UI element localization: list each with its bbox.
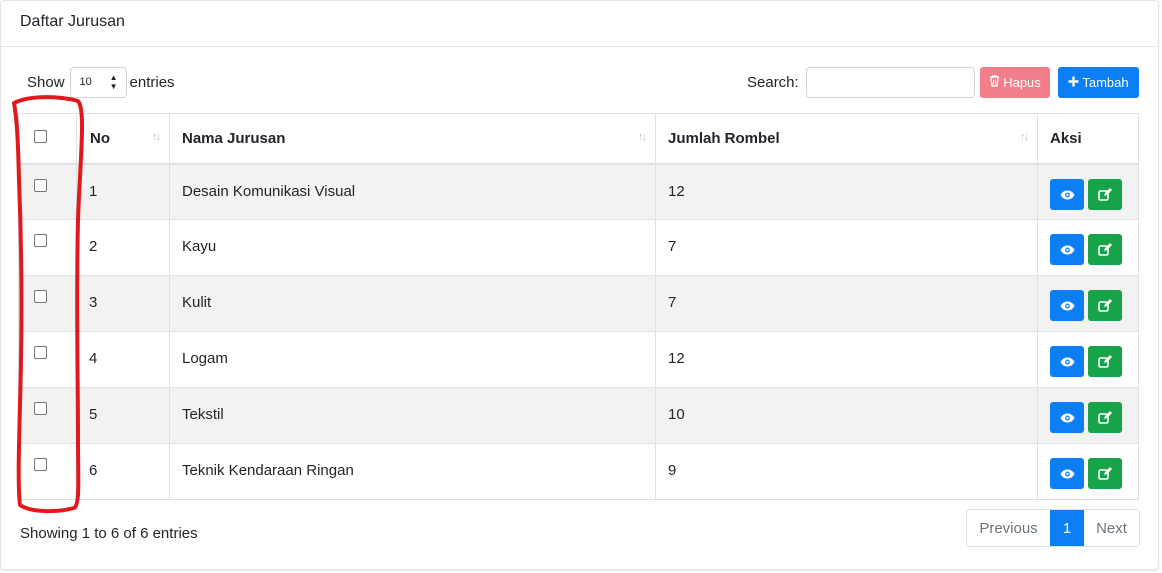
search-input[interactable]	[805, 67, 975, 98]
cell-nama: Logam	[169, 331, 656, 388]
eye-icon	[1060, 190, 1074, 200]
edit-button[interactable]	[1088, 346, 1122, 377]
view-button[interactable]	[1050, 290, 1084, 321]
pagination: Previous 1 Next	[966, 509, 1140, 547]
edit-button[interactable]	[1088, 458, 1122, 489]
view-button[interactable]	[1050, 346, 1084, 377]
trash-icon	[989, 75, 1000, 90]
select-all-checkbox[interactable]	[34, 129, 47, 143]
pagination-next[interactable]: Next	[1084, 510, 1139, 546]
card-header: Daftar Jurusan	[1, 1, 1158, 47]
tambah-button[interactable]: Tambah	[1058, 67, 1139, 98]
cell-nama: Desain Komunikasi Visual	[169, 163, 656, 220]
cell-no: 6	[76, 443, 170, 500]
cell-no: 1	[76, 163, 170, 220]
edit-icon	[1098, 467, 1112, 481]
cell-no: 5	[76, 387, 170, 444]
edit-button[interactable]	[1088, 234, 1122, 265]
edit-icon	[1098, 411, 1112, 425]
row-checkbox[interactable]	[34, 346, 47, 359]
column-header-aksi: Aksi	[1037, 113, 1139, 165]
table-row: 5 Tekstil 10	[18, 387, 1139, 444]
cell-no: 3	[76, 275, 170, 332]
eye-icon	[1060, 301, 1074, 311]
entries-label: entries	[129, 74, 175, 91]
column-header-nama[interactable]: Nama Jurusan ↑↓	[169, 113, 656, 165]
sort-icon: ↑↓	[1020, 131, 1029, 143]
table-info: Showing 1 to 6 of 6 entries	[20, 525, 198, 542]
entries-select-value: 10	[79, 76, 92, 88]
table-row: 6 Teknik Kendaraan Ringan 9	[18, 443, 1139, 500]
jurusan-table: No ↑↓ Nama Jurusan ↑↓ Jumlah Rombel ↑↓ Aksi…	[18, 113, 1139, 500]
entries-select[interactable]: 10 ▲ ▼	[69, 67, 127, 98]
table-header-row: No ↑↓ Nama Jurusan ↑↓ Jumlah Rombel ↑↓ Aksi	[18, 113, 1139, 165]
view-button[interactable]	[1050, 458, 1084, 489]
cell-jumlah: 12	[655, 331, 1038, 388]
view-button[interactable]	[1050, 402, 1084, 433]
table-row: 2 Kayu 7	[18, 219, 1139, 276]
jurusan-card: Daftar Jurusan Show 10 ▲ ▼ entries Search…	[0, 0, 1159, 570]
plus-icon	[1068, 75, 1079, 90]
column-header-no[interactable]: No ↑↓	[76, 113, 170, 165]
edit-icon	[1098, 187, 1112, 201]
cell-nama: Kayu	[169, 219, 656, 276]
search-control: Search:	[747, 67, 975, 98]
search-label: Search:	[747, 74, 799, 91]
hapus-label: Hapus	[1003, 75, 1041, 90]
edit-button[interactable]	[1088, 402, 1122, 433]
tambah-label: Tambah	[1082, 75, 1129, 90]
row-checkbox[interactable]	[34, 402, 47, 415]
sort-updown-icon: ▲ ▼	[109, 73, 118, 91]
eye-icon	[1060, 357, 1074, 367]
view-button[interactable]	[1050, 234, 1084, 265]
column-header-jumlah[interactable]: Jumlah Rombel ↑↓	[655, 113, 1038, 165]
table-row: 4 Logam 12	[18, 331, 1139, 388]
cell-jumlah: 10	[655, 387, 1038, 444]
card-title: Daftar Jurusan	[20, 13, 125, 30]
sort-icon: ↑↓	[638, 131, 647, 143]
edit-icon	[1098, 299, 1112, 313]
cell-jumlah: 7	[655, 275, 1038, 332]
hapus-button[interactable]: Hapus	[980, 67, 1050, 98]
view-button[interactable]	[1050, 178, 1084, 210]
edit-button[interactable]	[1088, 290, 1122, 321]
table-row: 1 Desain Komunikasi Visual 12	[18, 163, 1139, 220]
cell-nama: Teknik Kendaraan Ringan	[169, 443, 656, 500]
edit-button[interactable]	[1088, 178, 1122, 210]
edit-icon	[1098, 355, 1112, 369]
table-row: 3 Kulit 7	[18, 275, 1139, 332]
eye-icon	[1060, 413, 1074, 423]
pagination-previous[interactable]: Previous	[967, 510, 1050, 546]
row-checkbox[interactable]	[34, 178, 47, 192]
cell-no: 4	[76, 331, 170, 388]
show-label: Show	[27, 74, 65, 91]
eye-icon	[1060, 469, 1074, 479]
entries-length-control: Show 10 ▲ ▼ entries	[27, 67, 175, 98]
cell-jumlah: 12	[655, 163, 1038, 220]
cell-nama: Kulit	[169, 275, 656, 332]
row-checkbox[interactable]	[34, 458, 47, 471]
row-checkbox[interactable]	[34, 234, 47, 247]
cell-jumlah: 9	[655, 443, 1038, 500]
cell-no: 2	[76, 219, 170, 276]
cell-nama: Tekstil	[169, 387, 656, 444]
cell-jumlah: 7	[655, 219, 1038, 276]
eye-icon	[1060, 245, 1074, 255]
select-all-header	[18, 113, 77, 165]
edit-icon	[1098, 243, 1112, 257]
row-checkbox[interactable]	[34, 290, 47, 303]
pagination-page-1[interactable]: 1	[1050, 510, 1084, 546]
sort-icon: ↑↓	[152, 131, 161, 143]
